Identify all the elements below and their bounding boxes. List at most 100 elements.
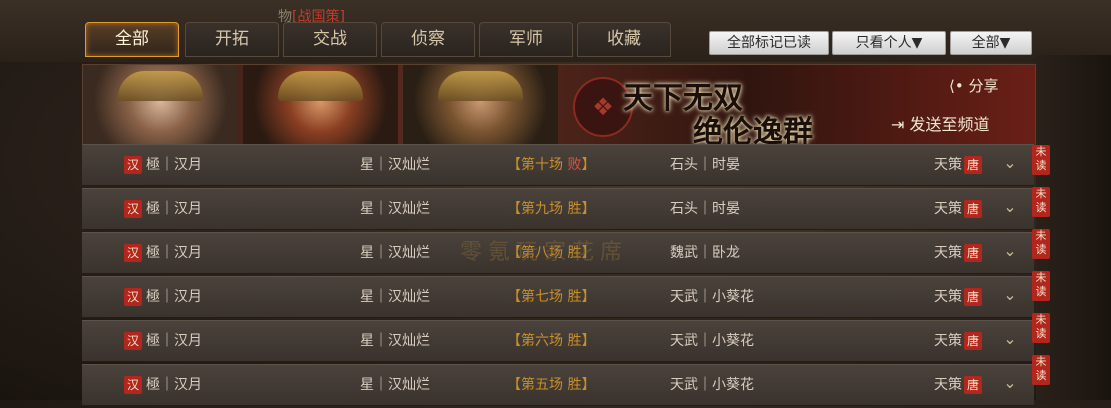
unread-badge: 未读 xyxy=(1032,187,1050,217)
unread-badge: 未读 xyxy=(1032,271,1050,301)
match-result: 胜 xyxy=(567,201,582,217)
server-name: 天策 xyxy=(934,377,962,393)
attacker-name: 極｜汉月 xyxy=(146,245,202,261)
filter-all-dropdown[interactable]: 全部▼ xyxy=(950,31,1032,55)
match-result: 胜 xyxy=(567,333,582,349)
server-badge: 唐 xyxy=(964,244,982,262)
server: 天策唐 xyxy=(934,189,982,229)
achievement-banner: ❖ 天下无双 绝伦逸群 ⟨• 分享 ⇥ 发送至频道 xyxy=(82,64,1036,146)
watermark: 零氪玩家花席 xyxy=(460,240,629,265)
match-label: 【第十场 败】 xyxy=(507,157,596,173)
match-result: 胜 xyxy=(567,377,582,393)
opponent-right: 天武｜小葵花 xyxy=(670,377,754,393)
server-badge: 唐 xyxy=(964,156,982,174)
general-portrait-3 xyxy=(403,65,558,145)
faction-badge: 汉 xyxy=(124,200,142,218)
filter-person-dropdown[interactable]: 只看个人▼ xyxy=(832,31,946,55)
unread-badge: 未读 xyxy=(1032,145,1050,175)
server: 天策唐 xyxy=(934,277,982,317)
helmet-icon xyxy=(118,71,203,101)
share-label: 分享 xyxy=(968,77,999,95)
tab-favorites[interactable]: 收藏 xyxy=(577,22,671,57)
match-number: 第十场 xyxy=(521,157,563,173)
server-name: 天策 xyxy=(934,157,962,173)
opponent-left: 星｜汉灿烂 xyxy=(360,377,430,393)
general-portrait-1 xyxy=(83,65,238,145)
tab-battle[interactable]: 交战 xyxy=(283,22,377,57)
chevron-down-icon[interactable]: ⌄ xyxy=(1002,199,1018,215)
opponent-right: 天武｜小葵花 xyxy=(670,333,754,349)
server-badge: 唐 xyxy=(964,332,982,350)
opponent-left: 星｜汉灿烂 xyxy=(360,289,430,305)
attacker-name: 極｜汉月 xyxy=(146,157,202,173)
faction-badge: 汉 xyxy=(124,376,142,394)
unread-badge: 未读 xyxy=(1032,355,1050,385)
report-row[interactable]: 汉極｜汉月 星｜汉灿烂 【第七场 胜】 天武｜小葵花 天策唐 ⌄ xyxy=(82,276,1034,318)
send-to-channel-button[interactable]: ⇥ 发送至频道 xyxy=(891,111,990,135)
opponent-right: 石头｜时晏 xyxy=(670,157,740,173)
attacker-name: 極｜汉月 xyxy=(146,201,202,217)
match-number: 第五场 xyxy=(521,377,563,393)
chevron-down-icon[interactable]: ⌄ xyxy=(1002,243,1018,259)
general-portrait-2 xyxy=(243,65,398,145)
unread-badge: 未读 xyxy=(1032,313,1050,343)
report-row[interactable]: 汉極｜汉月 星｜汉灿烂 【第九场 胜】 石头｜时晏 天策唐 ⌄ xyxy=(82,188,1034,230)
share-button[interactable]: ⟨• 分享 xyxy=(949,75,999,96)
opponent-left: 星｜汉灿烂 xyxy=(360,157,430,173)
match-number: 第六场 xyxy=(521,333,563,349)
match-number: 第七场 xyxy=(521,289,563,305)
unread-badge: 未读 xyxy=(1032,229,1050,259)
attacker: 汉極｜汉月 xyxy=(124,365,202,405)
helmet-icon xyxy=(438,71,523,101)
server: 天策唐 xyxy=(934,321,982,361)
chevron-down-icon[interactable]: ⌄ xyxy=(1002,155,1018,171)
chevron-down-icon[interactable]: ⌄ xyxy=(1002,375,1018,391)
server-name: 天策 xyxy=(934,245,962,261)
server: 天策唐 xyxy=(934,365,982,405)
opponent-left: 星｜汉灿烂 xyxy=(360,333,430,349)
report-row[interactable]: 汉極｜汉月 星｜汉灿烂 【第六场 胜】 天武｜小葵花 天策唐 ⌄ xyxy=(82,320,1034,362)
attacker-name: 極｜汉月 xyxy=(146,333,202,349)
match-label: 【第七场 胜】 xyxy=(507,289,596,305)
attacker: 汉極｜汉月 xyxy=(124,321,202,361)
faction-badge: 汉 xyxy=(124,288,142,306)
opponent-right: 天武｜小葵花 xyxy=(670,289,754,305)
attacker-name: 極｜汉月 xyxy=(146,377,202,393)
attacker: 汉極｜汉月 xyxy=(124,189,202,229)
match-number: 第九场 xyxy=(521,201,563,217)
chevron-down-icon[interactable]: ⌄ xyxy=(1002,331,1018,347)
opponent-right: 魏武｜卧龙 xyxy=(670,245,740,261)
server-name: 天策 xyxy=(934,201,962,217)
mark-all-read-button[interactable]: 全部标记已读 xyxy=(709,31,829,55)
tab-strategist[interactable]: 军师 xyxy=(479,22,573,57)
server-badge: 唐 xyxy=(964,200,982,218)
server-badge: 唐 xyxy=(964,376,982,394)
opponent-left: 星｜汉灿烂 xyxy=(360,245,430,261)
tab-expand[interactable]: 开拓 xyxy=(185,22,279,57)
faction-badge: 汉 xyxy=(124,332,142,350)
match-label: 【第九场 胜】 xyxy=(507,201,596,217)
opponent-left: 星｜汉灿烂 xyxy=(360,201,430,217)
attacker-name: 極｜汉月 xyxy=(146,289,202,305)
opponent-right: 石头｜时晏 xyxy=(670,201,740,217)
server: 天策唐 xyxy=(934,145,982,185)
server-name: 天策 xyxy=(934,333,962,349)
tab-scout[interactable]: 侦察 xyxy=(381,22,475,57)
report-row[interactable]: 汉極｜汉月 星｜汉灿烂 【第十场 败】 石头｜时晏 天策唐 ⌄ xyxy=(82,144,1034,186)
share-icon: ⟨• xyxy=(949,77,964,95)
server-name: 天策 xyxy=(934,289,962,305)
tab-all[interactable]: 全部 xyxy=(85,22,179,57)
chevron-down-icon[interactable]: ⌄ xyxy=(1002,287,1018,303)
banner-title-line2: 绝伦逸群 xyxy=(693,115,813,146)
send-icon: ⇥ xyxy=(891,115,905,134)
battle-report-list: 汉極｜汉月 星｜汉灿烂 【第十场 败】 石头｜时晏 天策唐 ⌄ 汉極｜汉月 星｜… xyxy=(82,144,1034,408)
right-frame xyxy=(1036,55,1111,400)
attacker: 汉極｜汉月 xyxy=(124,277,202,317)
attacker: 汉極｜汉月 xyxy=(124,145,202,185)
match-result: 胜 xyxy=(567,289,582,305)
helmet-icon xyxy=(278,71,363,101)
attacker: 汉極｜汉月 xyxy=(124,233,202,273)
match-label: 【第六场 胜】 xyxy=(507,333,596,349)
match-label: 【第五场 胜】 xyxy=(507,377,596,393)
match-result: 败 xyxy=(567,157,582,173)
